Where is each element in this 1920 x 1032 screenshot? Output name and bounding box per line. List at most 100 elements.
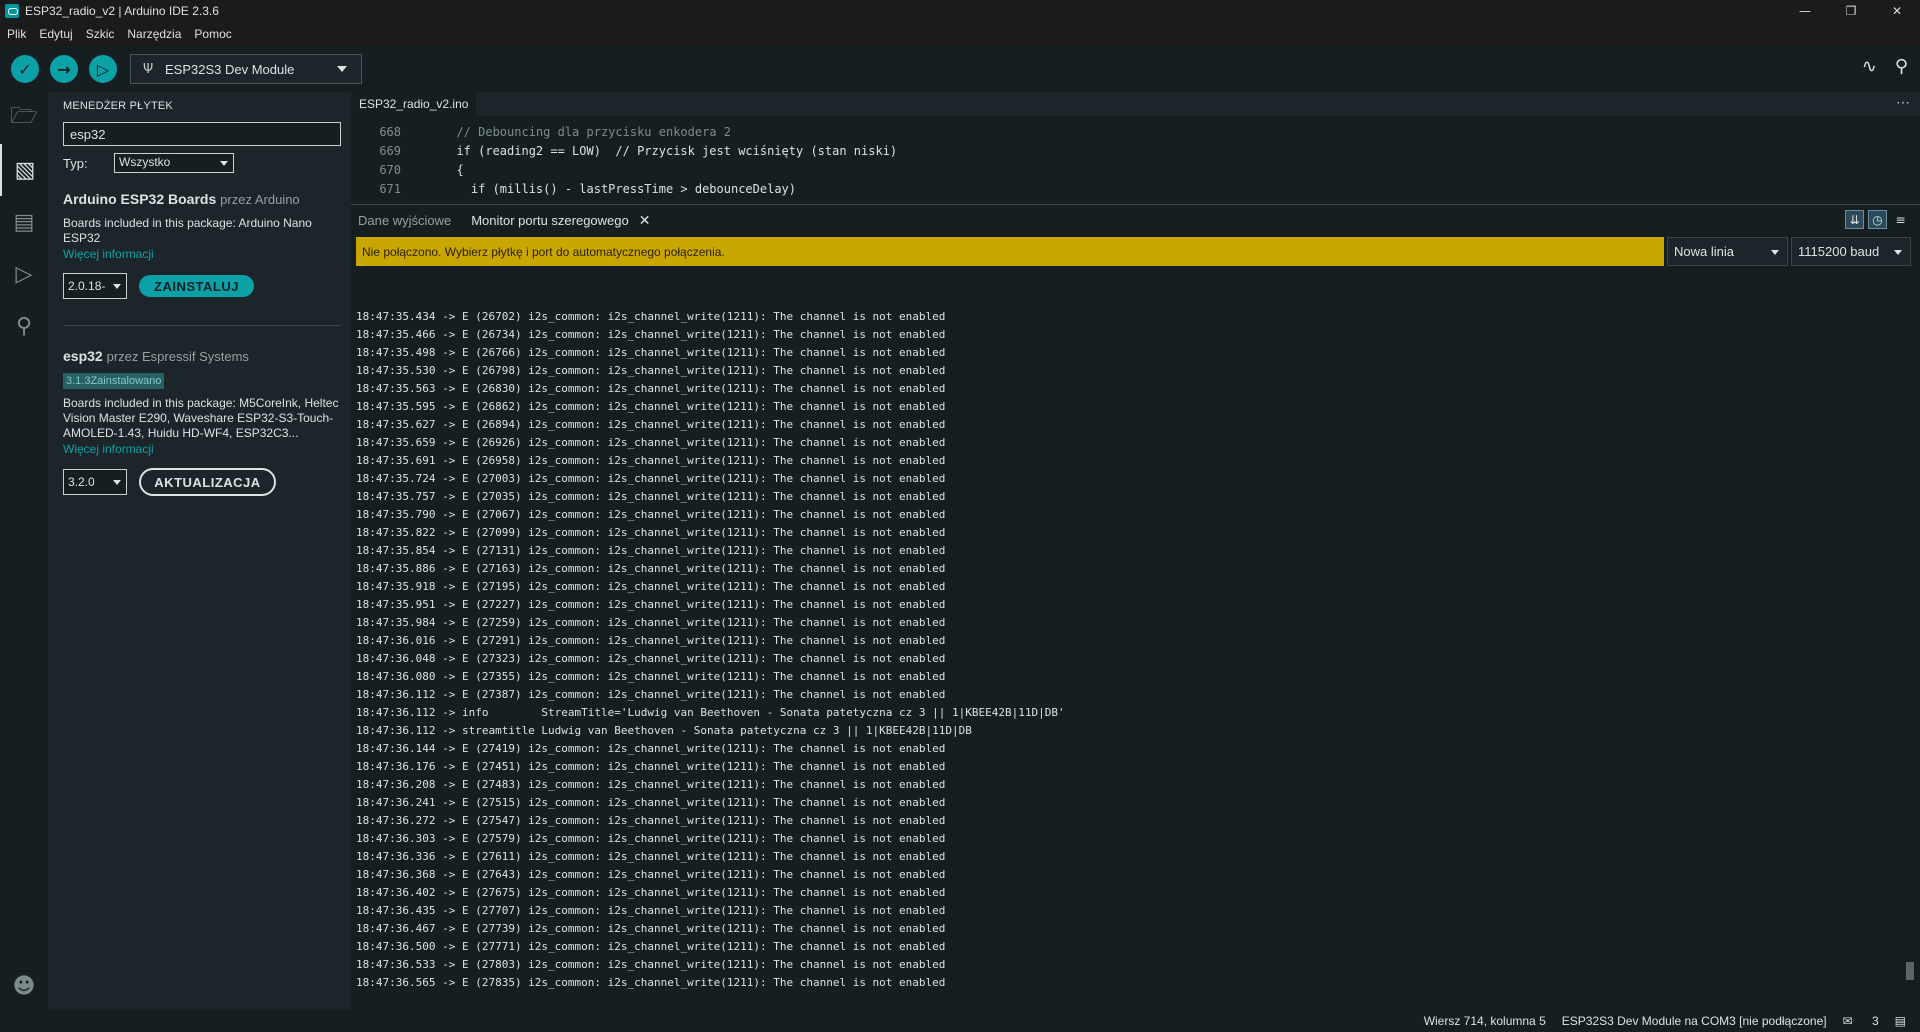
code-area[interactable]: 668 // Debouncing dla przycisku enkodera… bbox=[351, 116, 1920, 199]
log-line: 18:47:36.467 -> E (27739) i2s_common: i2… bbox=[356, 922, 946, 935]
chevron-down-icon bbox=[337, 66, 347, 72]
close-icon[interactable]: ✕ bbox=[639, 212, 651, 229]
log-line: 18:47:36.144 -> E (27419) i2s_common: i2… bbox=[356, 742, 946, 755]
menu-edytuj[interactable]: Edytuj bbox=[32, 27, 78, 41]
install-button[interactable]: ZAINSTALUJ bbox=[139, 275, 254, 297]
scrollbar-thumb[interactable] bbox=[1906, 962, 1914, 980]
toolbar-right: ∿ ⚲ bbox=[1862, 56, 1908, 77]
serial-monitor-icon[interactable]: ⚲ bbox=[1895, 56, 1908, 77]
activity-bar: 🗁 ▧ ▤ ▷ ⚲ ☻ bbox=[0, 92, 48, 1012]
menu-narzedzia[interactable]: Narzędzia bbox=[120, 27, 187, 41]
code-text: if (millis() - lastPressTime > debounceD… bbox=[442, 182, 797, 196]
menu-szkic[interactable]: Szkic bbox=[79, 27, 121, 41]
log-line: 18:47:36.112 -> E (27387) i2s_common: i2… bbox=[356, 688, 946, 701]
version-select[interactable]: 3.2.0 bbox=[63, 469, 127, 495]
package-actions: 2.0.18- ZAINSTALUJ bbox=[63, 273, 341, 299]
log-line: 18:47:35.466 -> E (26734) i2s_common: i2… bbox=[356, 328, 946, 341]
menu-pomoc[interactable]: Pomoc bbox=[187, 27, 237, 41]
more-info-link[interactable]: Więcej informacji bbox=[63, 442, 341, 456]
boards-manager-icon[interactable]: ▧ bbox=[0, 144, 48, 196]
code-line: 669 if (reading2 == LOW) // Przycisk jes… bbox=[351, 142, 1920, 161]
autoscroll-icon[interactable]: ⇊ bbox=[1845, 210, 1864, 229]
log-line: 18:47:36.016 -> E (27291) i2s_common: i2… bbox=[356, 634, 946, 647]
toolbar: ✓ → ▷ Ψ ESP32S3 Dev Module ∿ ⚲ bbox=[0, 46, 1920, 92]
log-line: 18:47:35.595 -> E (26862) i2s_common: i2… bbox=[356, 400, 946, 413]
debug-view-icon[interactable]: ▷ bbox=[0, 248, 48, 300]
line-number: 670 bbox=[379, 163, 401, 177]
board-selector[interactable]: Ψ ESP32S3 Dev Module bbox=[130, 54, 362, 84]
log-line: 18:47:35.984 -> E (27259) i2s_common: i2… bbox=[356, 616, 946, 629]
not-connected-warning: Nie połączono. Wybierz płytkę i port do … bbox=[356, 237, 1664, 266]
title-bar: ESP32_radio_v2 | Arduino IDE 2.3.6 — ❐ ✕ bbox=[0, 0, 1920, 22]
window-controls: — ❐ ✕ bbox=[1782, 0, 1920, 22]
package-title: esp32 przez Espressif Systems bbox=[63, 348, 341, 364]
timestamp-icon[interactable]: ◷ bbox=[1868, 210, 1887, 229]
more-info-link[interactable]: Więcej informacji bbox=[63, 247, 341, 261]
log-line: 18:47:36.336 -> E (27611) i2s_common: i2… bbox=[356, 850, 946, 863]
minimize-icon[interactable]: — bbox=[1782, 0, 1828, 22]
version-select[interactable]: 2.0.18- bbox=[63, 273, 127, 299]
code-text: { bbox=[442, 163, 464, 177]
log-line: 18:47:36.303 -> E (27579) i2s_common: i2… bbox=[356, 832, 946, 845]
log-line: 18:47:35.951 -> E (27227) i2s_common: i2… bbox=[356, 598, 946, 611]
tab-output-label: Dane wyjściowe bbox=[358, 212, 452, 228]
debug-button[interactable]: ▷ bbox=[89, 55, 117, 83]
usb-icon: Ψ bbox=[143, 61, 154, 77]
panel-tabs: Dane wyjściowe Monitor portu szeregowego… bbox=[351, 205, 1920, 235]
log-line: 18:47:36.533 -> E (27803) i2s_common: i2… bbox=[356, 958, 946, 971]
update-button[interactable]: AKTUALIZACJA bbox=[139, 468, 276, 496]
package-name: Arduino ESP32 Boards bbox=[63, 191, 217, 207]
log-line: 18:47:36.500 -> E (27771) i2s_common: i2… bbox=[356, 940, 946, 953]
serial-log[interactable]: 18:47:35.434 -> E (26702) i2s_common: i2… bbox=[351, 272, 1920, 990]
package-card: esp32 przez Espressif Systems 3.1.3Zains… bbox=[63, 348, 341, 496]
log-line: 18:47:36.241 -> E (27515) i2s_common: i2… bbox=[356, 796, 946, 809]
log-line: 18:47:35.854 -> E (27131) i2s_common: i2… bbox=[356, 544, 946, 557]
tab-output[interactable]: Dane wyjściowe bbox=[358, 213, 451, 228]
bottom-panel: Dane wyjściowe Monitor portu szeregowego… bbox=[351, 204, 1920, 1012]
notifications-number: 3 bbox=[1871, 1014, 1879, 1028]
log-line: 18:47:35.434 -> E (26702) i2s_common: i2… bbox=[356, 310, 946, 323]
package-author: przez Arduino bbox=[220, 192, 300, 207]
cursor-position[interactable]: Wiersz 714, kolumna 5 bbox=[1424, 1014, 1546, 1028]
search-icon[interactable]: ⚲ bbox=[0, 300, 48, 352]
search-input[interactable] bbox=[63, 122, 341, 146]
more-icon[interactable]: ⋯ bbox=[1896, 94, 1910, 111]
notifications-count[interactable]: ✉ 3 bbox=[1843, 1014, 1879, 1028]
clear-output-icon[interactable]: ≡ bbox=[1891, 210, 1910, 229]
type-filter: Typ: Wszystko bbox=[63, 153, 351, 173]
package-author: przez Espressif Systems bbox=[106, 349, 249, 364]
log-line: 18:47:35.918 -> E (27195) i2s_common: i2… bbox=[356, 580, 946, 593]
maximize-icon[interactable]: ❐ bbox=[1828, 0, 1874, 22]
code-line: 668 // Debouncing dla przycisku enkodera… bbox=[351, 123, 1920, 142]
serial-plotter-icon[interactable]: ∿ bbox=[1862, 56, 1877, 77]
close-icon[interactable]: ✕ bbox=[1874, 0, 1920, 22]
baud-rate-select[interactable]: 1115200 baud bbox=[1791, 237, 1911, 266]
type-label: Typ: bbox=[63, 155, 88, 171]
log-line: 18:47:35.757 -> E (27035) i2s_common: i2… bbox=[356, 490, 946, 503]
line-number: 668 bbox=[379, 125, 401, 139]
log-line: 18:47:36.435 -> E (27707) i2s_common: i2… bbox=[356, 904, 946, 917]
board-port-status[interactable]: ESP32S3 Dev Module na COM3 [nie podłączo… bbox=[1562, 1014, 1827, 1028]
line-number: 671 bbox=[379, 182, 401, 196]
sketchbook-icon[interactable]: 🗁 bbox=[0, 92, 48, 144]
window-title: ESP32_radio_v2 | Arduino IDE 2.3.6 bbox=[25, 4, 219, 18]
account-icon[interactable]: ☻ bbox=[0, 960, 48, 1012]
code-text: if (reading2 == LOW) // Przycisk jest wc… bbox=[442, 144, 898, 158]
upload-button[interactable]: → bbox=[50, 55, 78, 83]
tab-serial-monitor[interactable]: Monitor portu szeregowego ✕ bbox=[471, 212, 650, 229]
editor-tabs: ESP32_radio_v2.ino bbox=[351, 92, 1920, 116]
status-bar: Wiersz 714, kolumna 5 ESP32S3 Dev Module… bbox=[0, 1010, 1920, 1032]
log-line: 18:47:36.176 -> E (27451) i2s_common: i2… bbox=[356, 760, 946, 773]
panel-title: MENEDŻER PŁYTEK bbox=[63, 100, 173, 112]
menu-plik[interactable]: Plik bbox=[0, 27, 32, 41]
library-manager-icon[interactable]: ▤ bbox=[0, 196, 48, 248]
monitor-status-row: Nie połączono. Wybierz płytkę i port do … bbox=[356, 237, 1920, 266]
output-panel-icon[interactable]: ▤ bbox=[1895, 1014, 1906, 1028]
line-ending-select[interactable]: Nowa linia bbox=[1667, 237, 1788, 266]
log-line: 18:47:36.402 -> E (27675) i2s_common: i2… bbox=[356, 886, 946, 899]
tab-sketch-file[interactable]: ESP32_radio_v2.ino bbox=[351, 92, 477, 116]
log-line: 18:47:35.822 -> E (27099) i2s_common: i2… bbox=[356, 526, 946, 539]
type-select[interactable]: Wszystko bbox=[114, 153, 234, 173]
boards-manager-panel: MENEDŻER PŁYTEK Typ: Wszystko Arduino ES… bbox=[48, 92, 351, 1012]
verify-button[interactable]: ✓ bbox=[11, 55, 39, 83]
